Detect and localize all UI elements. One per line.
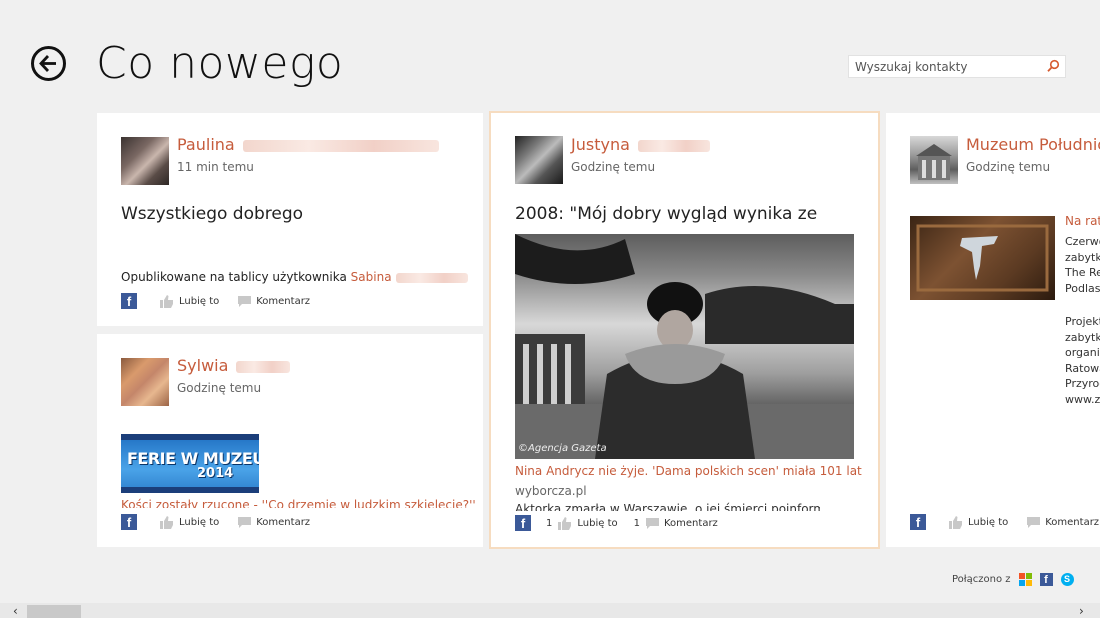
like-button[interactable]: Lubię to [949, 515, 1008, 529]
comment-button[interactable]: Komentarz [645, 517, 718, 529]
post-actions: f Lubię to Komentarz [910, 513, 1099, 531]
like-button[interactable]: Lubię to [558, 516, 618, 530]
like-button[interactable]: Lubię to [160, 294, 219, 308]
comment-icon [238, 516, 252, 528]
connected-label: Połączono z [952, 574, 1011, 585]
posted-on-wall: Opublikowane na tablicy użytkownika Sabi… [121, 270, 468, 284]
facebook-icon: f [910, 514, 926, 530]
horizontal-scrollbar[interactable]: ‹ › [0, 603, 1100, 618]
link-title[interactable]: Kości zostały rzucone - ''Co drzemie w l… [121, 498, 476, 508]
like-button[interactable]: Lubię to [160, 515, 219, 529]
image-year: 2014 [197, 466, 234, 481]
avatar[interactable] [121, 137, 169, 185]
like-count: 1 [546, 517, 553, 529]
comment-button[interactable]: Komentarz [238, 295, 310, 307]
comment-icon [1027, 516, 1041, 528]
post-author[interactable]: Sylwia [177, 356, 291, 375]
page-title: Co nowego [96, 38, 344, 89]
image-headline: FERIE W MUZEUM [127, 449, 259, 468]
post-image[interactable] [910, 216, 1055, 300]
search-icon[interactable] [1045, 58, 1061, 74]
thumbs-up-icon [949, 515, 962, 529]
post-author[interactable]: Muzeum Południc [966, 135, 1100, 154]
post-image[interactable]: FERIE W MUZEUM 2014 [121, 434, 259, 493]
artifact-image [916, 224, 1049, 292]
comment-button[interactable]: Komentarz [238, 516, 310, 528]
side-title[interactable]: Na ratu [1065, 214, 1100, 230]
post-time: Godzinę temu [571, 160, 656, 174]
post-actions: f Lubię to Komentarz [121, 292, 310, 310]
photo-credit: ©Agencja Gazeta [518, 443, 607, 454]
post-message: 2008: "Mój dobry wygląd wynika ze [515, 204, 818, 224]
comment-icon [645, 517, 659, 529]
facebook-icon: f [1039, 573, 1053, 586]
link-domain: wyborcza.pl [515, 484, 587, 498]
scroll-right-icon[interactable]: › [1079, 604, 1084, 618]
post-author[interactable]: Paulina [177, 135, 439, 154]
comment-button[interactable]: Komentarz [1027, 516, 1099, 528]
photo-scene [515, 234, 854, 459]
post-card-muzeum[interactable]: Muzeum Południc Godzinę temu Na ratu Cze… [886, 113, 1100, 547]
post-time: Godzinę temu [966, 160, 1051, 174]
avatar[interactable] [515, 136, 563, 184]
search-box[interactable] [848, 55, 1066, 78]
skype-icon: S [1060, 573, 1074, 586]
post-actions: f Lubię to Komentarz [121, 513, 310, 531]
comment-count: 1 [633, 517, 640, 529]
link-description: Aktorka zmarła w Warszawie, o jej śmierc… [515, 502, 820, 511]
post-card-paulina[interactable]: Paulina 11 min temu Wszystkiego dobrego … [97, 113, 483, 326]
facebook-icon: f [515, 515, 531, 531]
post-actions: f 1 Lubię to 1 Komentarz [515, 514, 718, 532]
wall-owner-link[interactable]: Sabina [351, 270, 392, 284]
scroll-left-icon[interactable]: ‹ [13, 604, 18, 618]
post-time: 11 min temu [177, 160, 254, 174]
back-button[interactable] [31, 46, 66, 81]
back-arrow-icon [39, 55, 56, 72]
avatar[interactable] [910, 136, 958, 184]
side-text-2: ProjektzabytkorganizRatowaPrzyrocwww.za [1065, 315, 1100, 406]
scrollbar-thumb[interactable] [27, 605, 81, 618]
avatar[interactable] [121, 358, 169, 406]
thumbs-up-icon [160, 515, 173, 529]
post-card-sylwia[interactable]: Sylwia Godzinę temu FERIE W MUZEUM 2014 … [97, 334, 483, 547]
connected-services: Połączono z f S [952, 573, 1074, 586]
post-photo[interactable]: ©Agencja Gazeta [515, 234, 854, 459]
post-author[interactable]: Justyna [571, 135, 710, 154]
thumbs-up-icon [160, 294, 173, 308]
building-icon [916, 144, 952, 180]
thumbs-up-icon [558, 516, 572, 530]
facebook-icon: f [121, 293, 137, 309]
post-card-justyna[interactable]: Justyna Godzinę temu 2008: "Mój dobry wy… [489, 111, 880, 549]
comment-icon [238, 295, 252, 307]
link-title[interactable]: Nina Andrycz nie żyje. 'Dama polskich sc… [515, 464, 862, 478]
post-time: Godzinę temu [177, 381, 262, 395]
side-text-1: CzerwozabytkThe RePodlas [1065, 235, 1100, 295]
search-input[interactable] [849, 56, 1039, 77]
post-message: Wszystkiego dobrego [121, 204, 304, 224]
microsoft-icon [1018, 573, 1032, 586]
facebook-icon: f [121, 514, 137, 530]
